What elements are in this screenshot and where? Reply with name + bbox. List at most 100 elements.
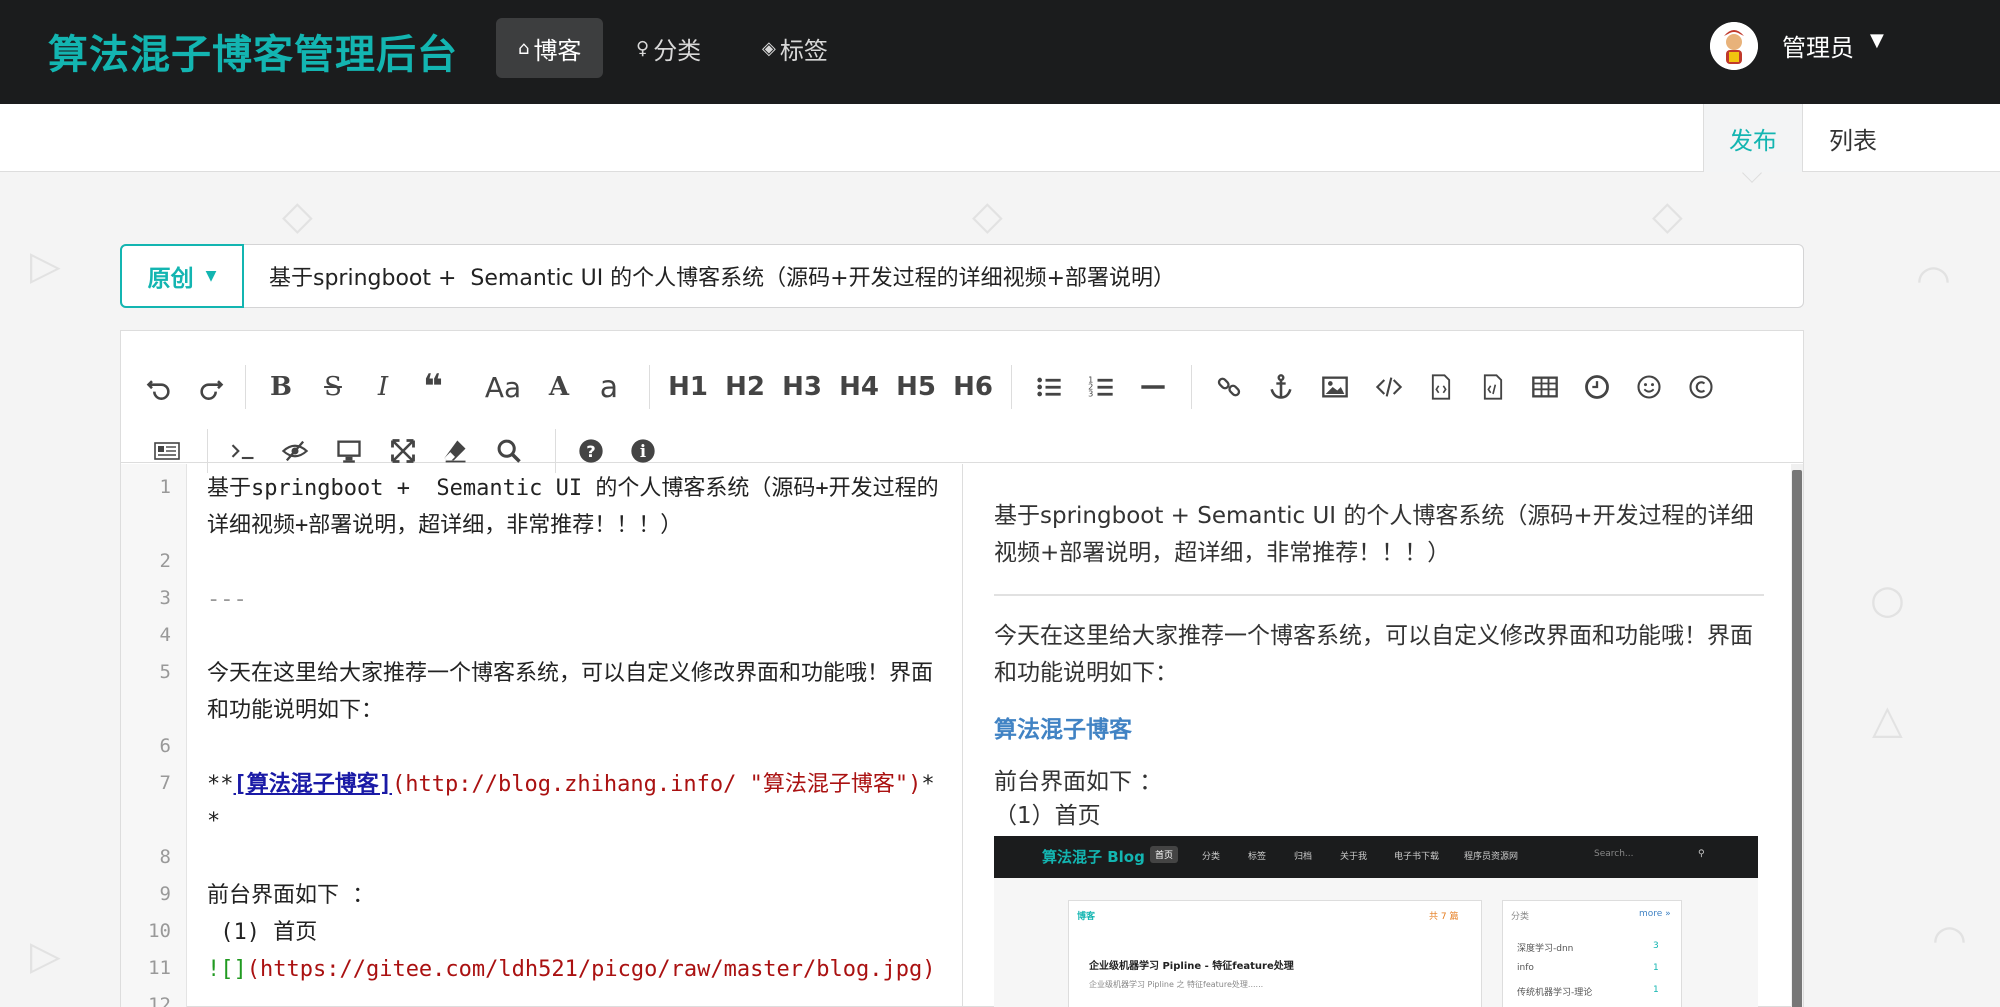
secondary-menu: 发布 列表 (0, 104, 2000, 172)
nav-item-label: 博客 (533, 31, 581, 66)
code-line-11: ![](https://gitee.com/ldh521/picgo/raw/m… (207, 951, 947, 988)
preview-scrollbar-thumb[interactable] (1792, 470, 1802, 1007)
tab-publish[interactable]: 发布 (1703, 104, 1803, 172)
preview-image-nav: 归档 (1294, 849, 1312, 862)
code-block-icon[interactable] (1419, 365, 1463, 409)
code-line-1: 基于springboot + Semantic UI 的个人博客系统（源码+开发… (207, 470, 947, 544)
tab-list[interactable]: 列表 (1803, 104, 1903, 172)
quote-icon[interactable]: ❝ (411, 365, 455, 409)
preview-image-brand: 算法混子 Blog (1042, 846, 1145, 867)
preview-image-post-title: 企业级机器学习 Pipline - 特征feature处理 (1089, 957, 1294, 972)
nav-item-label: 标签 (780, 31, 828, 66)
heading-6-button[interactable]: H6 (946, 365, 1000, 409)
editor-toolbar: B S I ❝ Aa A a H1 H2 H3 H4 H5 H6 123 (121, 331, 1803, 463)
code-icon[interactable] (1367, 365, 1411, 409)
preview-divider (994, 594, 1764, 596)
preview-paragraph: 前台界面如下 ： (994, 764, 1764, 801)
heading-5-button[interactable]: H5 (889, 365, 943, 409)
line-number: 11 (121, 957, 171, 979)
preview-paragraph: （1）首页 (994, 798, 1764, 835)
background-decoration: ◠ (1916, 260, 1951, 300)
line-number: 10 (121, 920, 171, 942)
preview-image-search: Search... (1594, 849, 1634, 859)
preview-image-side-count: 1 (1653, 985, 1659, 995)
preview-image-post-desc: 企业级机器学习 Pipline 之 特征feature处理...... (1089, 979, 1263, 990)
ordered-list-icon[interactable]: 123 (1079, 365, 1123, 409)
preview-scrollbar[interactable] (1791, 464, 1803, 1007)
preview-image: 算法混子 Blog 首页 分类 标签 归档 关于我 电子书下载 程序员资源网 S… (994, 836, 1758, 1007)
markdown-bold-marker: ** (207, 772, 234, 797)
background-decoration: ○ (1870, 580, 1905, 620)
preview-image-card-title: 博客 (1077, 909, 1095, 922)
image-icon[interactable] (1313, 365, 1357, 409)
user-name[interactable]: 管理员 (1782, 28, 1854, 63)
brand-title[interactable]: 算法混子博客管理后台 (48, 22, 458, 80)
redo-icon[interactable] (189, 365, 233, 409)
background-decoration: ▷ (30, 936, 61, 976)
preview-image-nav: 首页 (1150, 846, 1178, 863)
idea-icon: ♀ (636, 38, 649, 59)
svg-text:i: i (640, 442, 646, 461)
code-line-10: (1) 首页 (207, 914, 947, 951)
line-number-gutter: 1 2 3 4 5 6 7 8 9 10 11 12 (121, 464, 187, 1007)
emoji-icon[interactable] (1627, 365, 1671, 409)
preview-image-side-title: 分类 (1511, 909, 1529, 922)
svg-text:3: 3 (1088, 388, 1093, 398)
nav-item-category[interactable]: ♀ 分类 (614, 18, 723, 78)
search-icon: ⚲ (1698, 849, 1705, 859)
table-icon[interactable] (1523, 365, 1567, 409)
line-number: 4 (121, 624, 171, 646)
code-line-5: 今天在这里给大家推荐一个博客系统，可以自定义修改界面和功能哦！界面和功能说明如下… (207, 655, 947, 729)
markdown-preview-pane[interactable]: 基于springboot + Semantic UI 的个人博客系统（源码+开发… (964, 464, 1803, 1007)
line-number: 7 (121, 772, 171, 794)
markdown-editor: B S I ❝ Aa A a H1 H2 H3 H4 H5 H6 123 (120, 330, 1804, 1007)
preformatted-code-icon[interactable] (1471, 365, 1515, 409)
lowercase-icon[interactable]: a (587, 365, 631, 409)
preview-image-card: 博客 共 7 篇 企业级机器学习 Pipline - 特征feature处理 企… (1068, 900, 1482, 1007)
heading-1-button[interactable]: H1 (661, 365, 715, 409)
article-type-value: 原创 (148, 259, 194, 293)
line-number: 2 (121, 550, 171, 572)
preview-link[interactable]: 算法混子博客 (994, 710, 1132, 744)
preview-image-side-count: 3 (1653, 941, 1659, 951)
markdown-source-pane[interactable]: 1 2 3 4 5 6 7 8 9 10 11 12 基于springboot … (121, 464, 963, 1007)
avatar-image (1710, 22, 1758, 70)
avatar[interactable] (1710, 22, 1758, 70)
background-decoration: ◇ (1652, 196, 1683, 236)
heading-3-button[interactable]: H3 (775, 365, 829, 409)
heading-4-button[interactable]: H4 (832, 365, 886, 409)
preview-image-nav: 标签 (1248, 849, 1266, 862)
nav-item-label: 分类 (653, 31, 701, 66)
code-line-9: 前台界面如下 ： (207, 877, 947, 914)
nav-item-blog[interactable]: ⌂ 博客 (496, 18, 603, 78)
clock-icon[interactable] (1575, 365, 1619, 409)
code-line-7: **[算法混子博客](http://blog.zhihang.info/ "算法… (207, 766, 947, 840)
preview-image-nav: 电子书下载 (1394, 849, 1439, 862)
background-decoration: ◇ (972, 196, 1003, 236)
line-number: 1 (121, 476, 171, 498)
horizontal-rule-icon[interactable] (1131, 365, 1175, 409)
caret-down-icon[interactable]: ▼ (1870, 30, 1884, 51)
heading-2-button[interactable]: H2 (718, 365, 772, 409)
preview-paragraph: 今天在这里给大家推荐一个博客系统，可以自定义修改界面和功能哦！界面和功能说明如下… (994, 618, 1764, 692)
title-input[interactable] (261, 245, 1781, 307)
italic-icon[interactable]: I (361, 365, 405, 409)
link-icon[interactable] (1207, 365, 1251, 409)
markdown-link-url: (http://blog.zhihang.info/ "算法混子博客") (392, 772, 921, 797)
undo-icon[interactable] (137, 365, 181, 409)
uppercase-icon[interactable]: A (537, 365, 581, 409)
font-size-icon[interactable]: Aa (473, 365, 533, 409)
code-line-3: --- (207, 581, 947, 618)
copyright-icon[interactable] (1679, 365, 1723, 409)
strikethrough-icon[interactable]: S (311, 365, 355, 409)
preview-image-nav: 程序员资源网 (1464, 849, 1518, 862)
bold-icon[interactable]: B (259, 365, 303, 409)
unordered-list-icon[interactable] (1027, 365, 1071, 409)
anchor-icon[interactable] (1259, 365, 1303, 409)
preview-image-side-item: info (1517, 963, 1534, 973)
title-field-group: 原创 ▼ (120, 244, 1804, 308)
preview-image-side-item: 深度学习-dnn (1517, 941, 1573, 954)
caret-down-icon: ▼ (206, 268, 217, 284)
article-type-dropdown[interactable]: 原创 ▼ (120, 244, 244, 308)
nav-item-tags[interactable]: ◈ 标签 (740, 18, 850, 78)
